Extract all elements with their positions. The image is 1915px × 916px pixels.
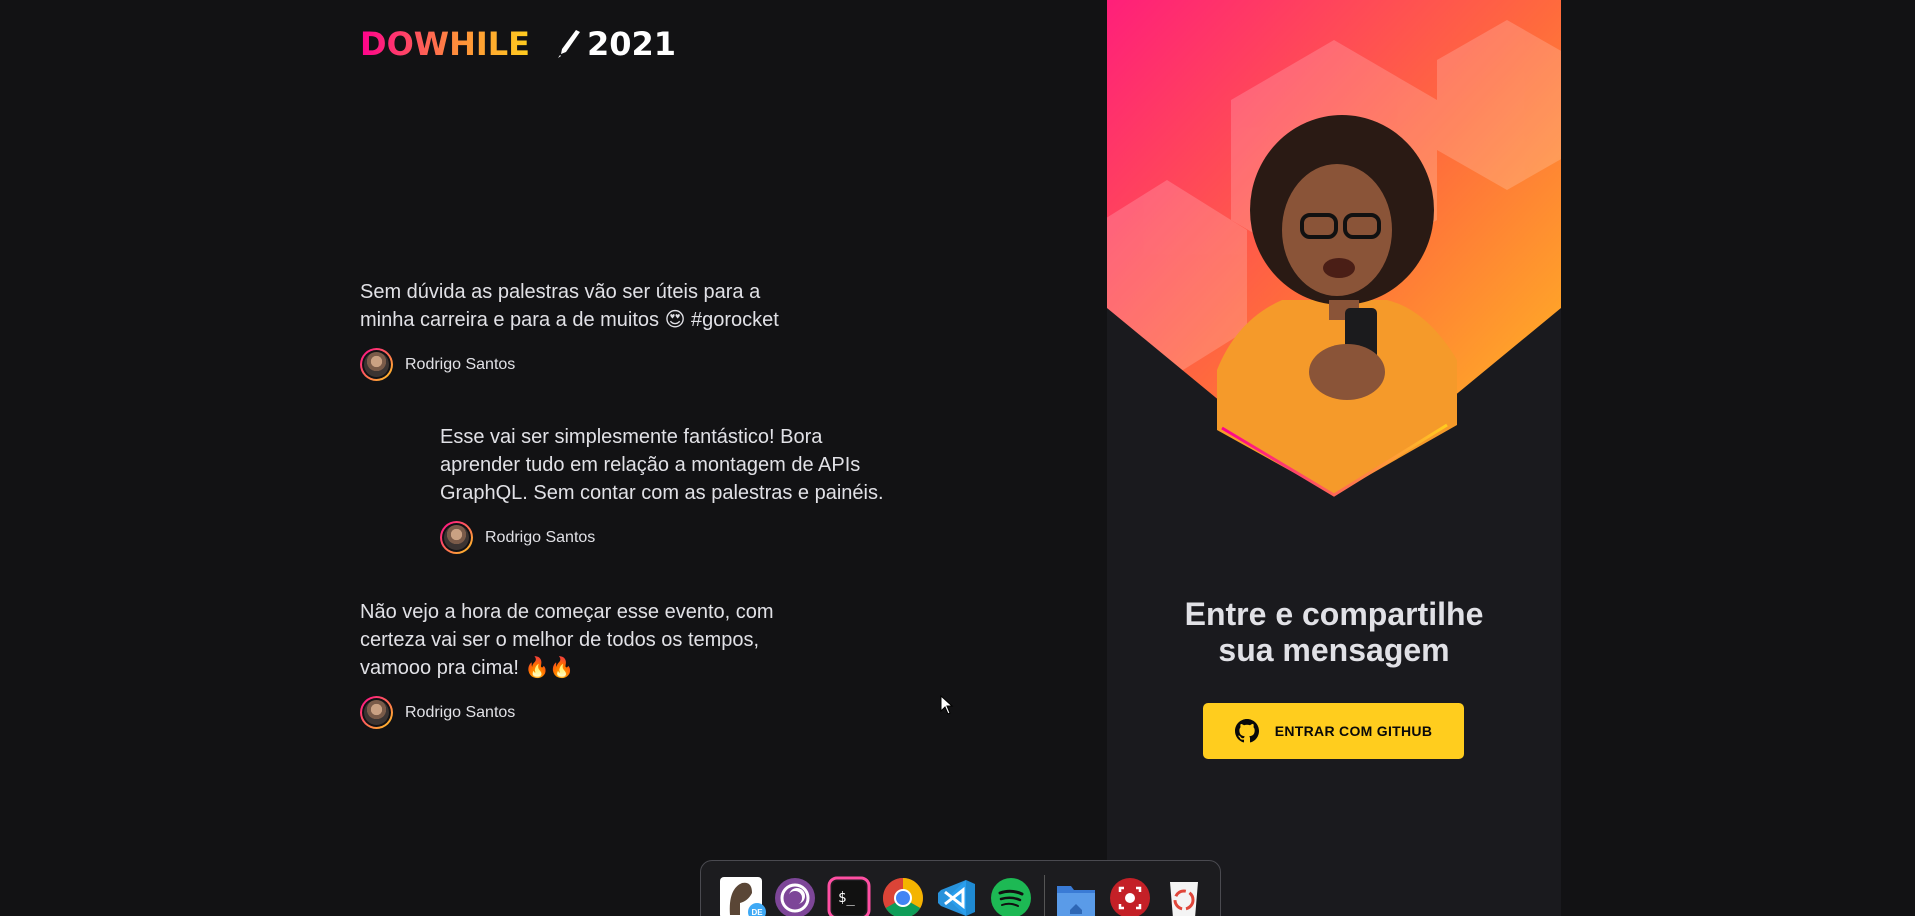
author-name: Rodrigo Santos — [485, 528, 596, 546]
message-content: Não vejo a hora de começar esse evento, … — [360, 601, 774, 679]
message-author: Rodrigo Santos — [360, 696, 820, 729]
github-icon — [1234, 719, 1259, 743]
mouse-cursor-icon — [940, 695, 954, 715]
login-title: Entre e compartilhe sua mensagem — [1107, 596, 1561, 668]
tor-browser-icon[interactable] — [772, 875, 818, 916]
screen-recorder-icon[interactable] — [1107, 875, 1153, 916]
logo-dowhile-text: DOWHILE — [360, 26, 530, 60]
login-panel: Entre e compartilhe sua mensagem ENTRAR … — [1107, 0, 1561, 916]
github-login-button[interactable]: ENTRAR COM GITHUB — [1203, 703, 1464, 759]
message-item: Não vejo a hora de começar esse evento, … — [360, 598, 820, 729]
avatar — [360, 696, 393, 729]
message-content: Esse vai ser simplesmente fantástico! Bo… — [440, 426, 884, 504]
recycle-icon[interactable] — [1161, 875, 1207, 916]
message-author: Rodrigo Santos — [440, 521, 900, 554]
svg-text:$_: $_ — [838, 890, 855, 906]
author-name: Rodrigo Santos — [405, 703, 516, 721]
chrome-icon[interactable] — [880, 875, 926, 916]
avatar — [360, 348, 393, 381]
github-login-label: ENTRAR COM GITHUB — [1274, 723, 1433, 739]
dbeaver-tag: DE — [748, 903, 766, 916]
logo-year: 2021 — [587, 26, 676, 60]
terminal-icon[interactable]: $_ — [826, 875, 872, 916]
files-icon[interactable] — [1053, 875, 1099, 916]
dock-separator — [1044, 875, 1045, 916]
author-name: Rodrigo Santos — [405, 355, 516, 373]
system-dock: DE $_ — [700, 860, 1221, 916]
rocket-icon — [558, 30, 580, 58]
dbeaver-icon[interactable]: DE — [718, 875, 766, 916]
login-title-line2: sua mensagem — [1218, 632, 1450, 668]
message-content: Sem dúvida as palestras vão ser úteis pa… — [360, 281, 779, 331]
message-item: Esse vai ser simplesmente fantástico! Bo… — [440, 423, 900, 554]
message-item: Sem dúvida as palestras vão ser úteis pa… — [360, 278, 820, 381]
dowhile-logo: DOWHILE 2021 — [360, 26, 690, 60]
message-author: Rodrigo Santos — [360, 348, 820, 381]
banner-illustration — [1107, 0, 1561, 497]
spotify-icon[interactable] — [988, 875, 1034, 916]
login-title-line1: Entre e compartilhe — [1184, 596, 1484, 632]
avatar — [440, 521, 473, 554]
vscode-icon[interactable] — [934, 875, 980, 916]
